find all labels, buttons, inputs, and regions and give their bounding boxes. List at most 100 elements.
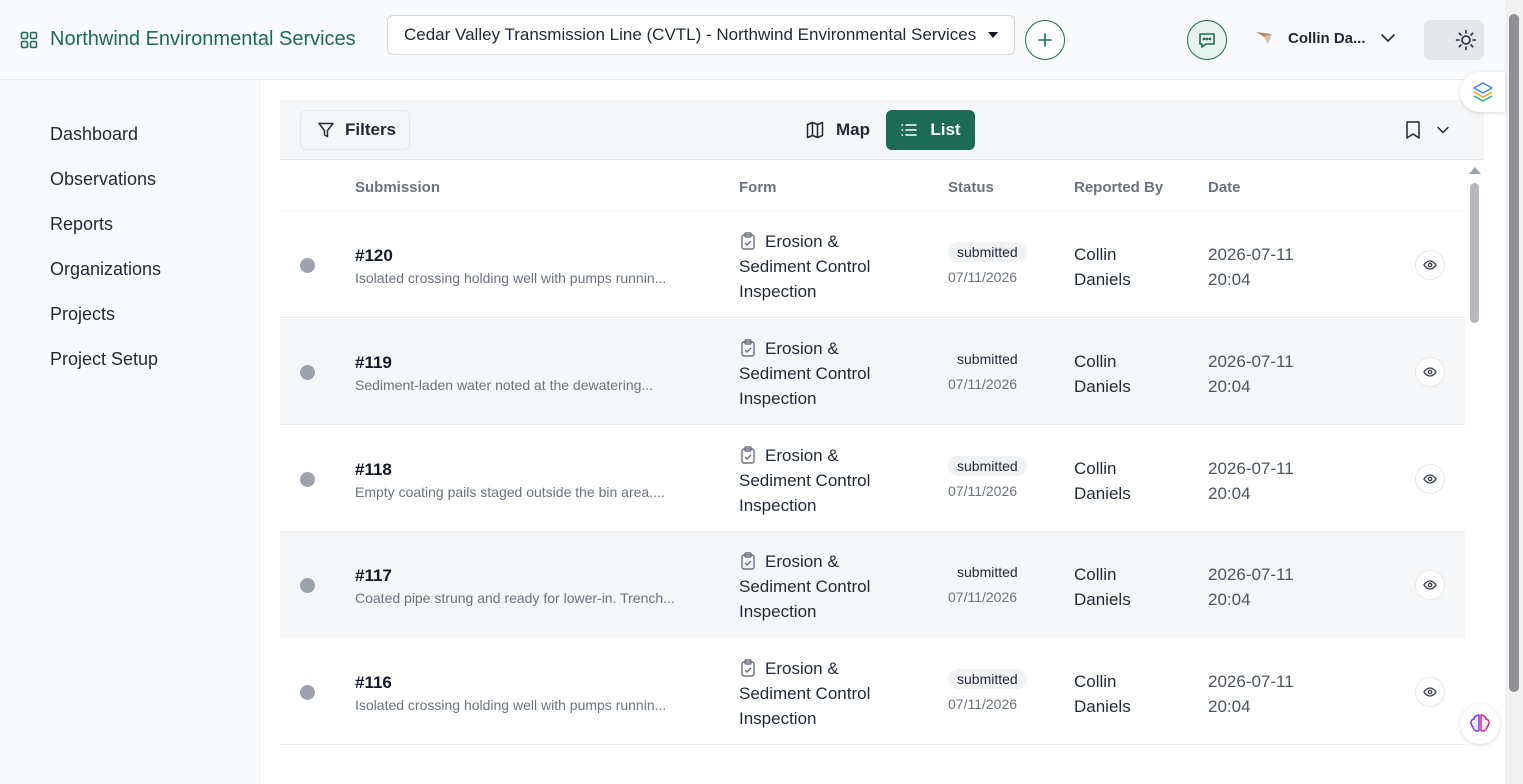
column-header-status[interactable]: Status	[948, 179, 994, 196]
submission-date: 2026-07-11 20:04	[1208, 672, 1294, 716]
reported-by: Collin Daniels	[1074, 352, 1131, 396]
brand[interactable]: Northwind Environmental Services	[20, 28, 356, 51]
floating-app-button[interactable]	[1460, 72, 1505, 112]
user-name: Collin Da...	[1288, 29, 1366, 47]
status-date: 07/11/2026	[948, 483, 1018, 499]
saved-views-menu[interactable]	[1404, 120, 1450, 140]
sidebar-item-organizations[interactable]: Organizations	[50, 259, 161, 280]
status-badge: submitted	[948, 669, 1027, 689]
status-badge: submitted	[948, 242, 1027, 262]
form-name-text: Erosion & Sediment Control Inspection	[739, 659, 871, 728]
status-date: 07/11/2026	[948, 376, 1018, 392]
filters-label: Filters	[345, 120, 397, 139]
project-select-value: Cedar Valley Transmission Line (CVTL) - …	[404, 25, 977, 44]
grid-icon	[20, 31, 38, 48]
form-name: Erosion & Sediment Control Inspection	[739, 229, 909, 304]
view-button[interactable]	[1415, 677, 1445, 707]
clipboard-icon	[741, 552, 755, 570]
reported-by: Collin Daniels	[1074, 672, 1131, 716]
form-name: Erosion & Sediment Control Inspection	[739, 336, 909, 411]
column-header-form[interactable]: Form	[739, 179, 777, 196]
view-button[interactable]	[1415, 464, 1445, 494]
status-badge: submitted	[948, 349, 1027, 369]
table-scrollbar[interactable]	[1468, 167, 1482, 744]
map-label: Map	[836, 120, 870, 139]
project-select[interactable]: Cedar Valley Transmission Line (CVTL) - …	[387, 15, 1015, 55]
table-row[interactable]: #118 Empty coating pails staged outside …	[280, 426, 1465, 532]
status-date: 07/11/2026	[948, 696, 1018, 712]
eye-icon	[1423, 474, 1437, 484]
sun-icon	[1455, 29, 1477, 51]
chat-icon	[1199, 33, 1215, 48]
view-button[interactable]	[1415, 357, 1445, 387]
submission-id: #118	[355, 460, 392, 479]
chat-button[interactable]	[1187, 20, 1227, 60]
view-button[interactable]	[1415, 250, 1445, 280]
sidebar-item-project-setup[interactable]: Project Setup	[50, 349, 158, 370]
layers-icon	[1472, 82, 1493, 102]
clipboard-icon	[741, 446, 755, 464]
table-row[interactable]: #120 Isolated crossing holding well with…	[280, 212, 1465, 318]
reported-by: Collin Daniels	[1074, 565, 1131, 609]
status-badge: submitted	[948, 456, 1027, 476]
sidebar: Dashboard Observations Reports Organizat…	[0, 80, 260, 784]
toolbar: Filters Map List	[280, 100, 1484, 160]
column-header-date[interactable]: Date	[1208, 179, 1241, 196]
clipboard-icon	[741, 232, 755, 250]
submission-id: #120	[355, 246, 393, 265]
page-scrollbar[interactable]	[1505, 0, 1523, 784]
table-row[interactable]: #119 Sediment-laden water noted at the d…	[280, 319, 1465, 425]
table-scroll-thumb[interactable]	[1470, 183, 1479, 323]
submission-description: Isolated crossing holding well with pump…	[355, 270, 667, 286]
clipboard-icon	[741, 659, 755, 677]
view-button[interactable]	[1415, 570, 1445, 600]
user-menu[interactable]: Collin Da...	[1254, 28, 1396, 48]
submission-date: 2026-07-11 20:04	[1208, 352, 1294, 396]
scroll-up-icon[interactable]	[1469, 167, 1481, 174]
submission-id: #119	[355, 353, 392, 372]
submission-description: Coated pipe strung and ready for lower-i…	[355, 590, 675, 606]
caret-down-icon	[988, 32, 998, 38]
sidebar-item-reports[interactable]: Reports	[50, 214, 113, 235]
column-header-reported-by[interactable]: Reported By	[1074, 179, 1163, 196]
list-label: List	[930, 120, 961, 139]
form-name: Erosion & Sediment Control Inspection	[739, 549, 909, 624]
column-header-submission[interactable]: Submission	[355, 179, 440, 196]
avatar	[1256, 32, 1272, 44]
table-row[interactable]: #117 Coated pipe strung and ready for lo…	[280, 532, 1465, 638]
eye-icon	[1423, 367, 1437, 377]
eye-icon	[1423, 260, 1437, 270]
eye-icon	[1423, 687, 1437, 697]
add-button[interactable]	[1025, 20, 1065, 60]
list-view-button[interactable]: List	[886, 110, 975, 150]
status-dot	[300, 365, 315, 380]
assistant-button[interactable]	[1460, 704, 1500, 744]
eye-icon	[1423, 580, 1437, 590]
brain-icon	[1470, 714, 1490, 732]
form-name-text: Erosion & Sediment Control Inspection	[739, 552, 871, 621]
main-content: Filters Map List Submission Form Status …	[260, 80, 1505, 784]
table-row[interactable]: #116 Isolated crossing holding well with…	[280, 639, 1465, 745]
submission-description: Isolated crossing holding well with pump…	[355, 697, 667, 713]
status-dot	[300, 578, 315, 593]
form-name: Erosion & Sediment Control Inspection	[739, 656, 909, 731]
sidebar-item-dashboard[interactable]: Dashboard	[50, 124, 138, 145]
filters-button[interactable]: Filters	[300, 110, 410, 150]
submission-date: 2026-07-11 20:04	[1208, 245, 1294, 289]
top-bar: Northwind Environmental Services Cedar V…	[0, 0, 1505, 80]
status-badge: submitted	[948, 562, 1027, 582]
theme-toggle[interactable]	[1424, 20, 1484, 60]
status-date: 07/11/2026	[948, 269, 1018, 285]
submission-description: Empty coating pails staged outside the b…	[355, 484, 665, 500]
sidebar-item-projects[interactable]: Projects	[50, 304, 115, 325]
submission-id: #116	[355, 673, 392, 692]
reported-by: Collin Daniels	[1074, 459, 1131, 503]
map-view-button[interactable]: Map	[790, 110, 886, 150]
bookmark-icon	[1406, 121, 1420, 139]
page-scroll-thumb[interactable]	[1509, 14, 1519, 692]
plus-icon	[1038, 33, 1052, 47]
list-icon	[901, 124, 918, 136]
map-icon	[806, 121, 824, 139]
sidebar-item-observations[interactable]: Observations	[50, 169, 156, 190]
clipboard-icon	[741, 339, 755, 357]
